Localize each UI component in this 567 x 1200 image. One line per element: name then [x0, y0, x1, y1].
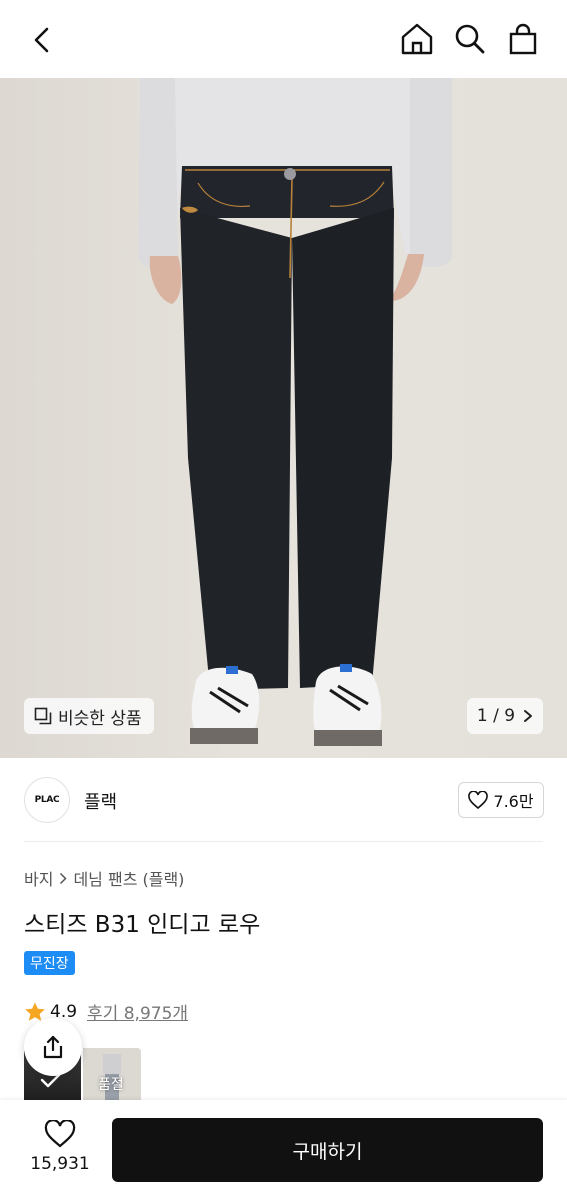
heart-icon [44, 1120, 76, 1148]
wishlist-count: 15,931 [30, 1154, 90, 1174]
review-count-link[interactable]: 후기 8,975개 [87, 999, 188, 1024]
section-divider [24, 841, 543, 842]
top-navigation-bar [0, 0, 567, 78]
product-title: 스티즈 B31 인디고 로우 [24, 912, 261, 938]
back-button[interactable] [22, 20, 62, 60]
share-icon [43, 1035, 63, 1059]
breadcrumb-item-category[interactable]: 바지 [24, 866, 53, 890]
breadcrumb: 바지 데님 팬츠 (플랙) [24, 866, 184, 890]
home-icon [401, 23, 433, 55]
search-button[interactable] [449, 18, 491, 60]
buy-button[interactable]: 구매하기 [112, 1118, 543, 1182]
product-badge: 무진장 [24, 951, 75, 975]
chevron-left-icon [34, 27, 49, 53]
shopping-bag-button[interactable] [502, 18, 544, 60]
product-image-carousel[interactable]: 비슷한 상품 1 / 9 [0, 78, 567, 758]
image-counter-button[interactable]: 1 / 9 [467, 698, 543, 734]
bottom-action-bar: 15,931 구매하기 [0, 1100, 567, 1200]
product-photo [138, 78, 452, 746]
search-icon [455, 24, 485, 54]
similar-items-icon [34, 707, 52, 725]
brand-logo-text: PLAC [34, 795, 60, 805]
chevron-right-icon [60, 872, 68, 884]
wishlist-button[interactable]: 15,931 [24, 1120, 96, 1182]
similar-products-button[interactable]: 비슷한 상품 [24, 698, 154, 734]
soldout-label: 품절 [98, 1077, 124, 1093]
image-counter-label: 1 / 9 [476, 706, 516, 726]
share-button[interactable] [24, 1018, 82, 1076]
home-button[interactable] [396, 18, 438, 60]
brand-name[interactable]: 플랙 [84, 788, 117, 814]
brand-row: PLAC 플랙 7.6만 [0, 758, 567, 842]
breadcrumb-item-subcategory[interactable]: 데님 팬츠 (플랙) [73, 866, 184, 890]
shopping-bag-icon [509, 23, 537, 55]
similar-products-label: 비슷한 상품 [58, 708, 142, 729]
brand-like-button[interactable]: 7.6만 [458, 782, 544, 818]
heart-icon [468, 791, 489, 809]
brand-like-count: 7.6만 [493, 792, 534, 811]
chevron-right-icon [524, 710, 533, 722]
brand-logo[interactable]: PLAC [24, 777, 70, 823]
